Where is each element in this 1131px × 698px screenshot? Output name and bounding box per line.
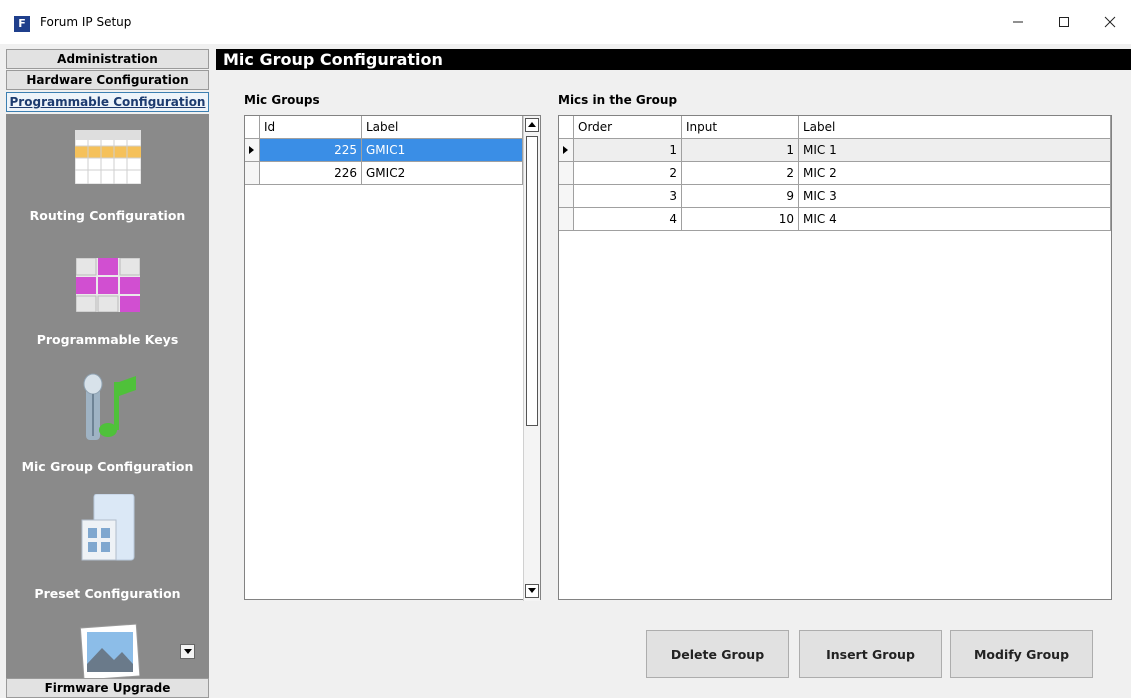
cell-label[interactable]: MIC 4 <box>799 208 1111 231</box>
cell-id[interactable]: 225 <box>260 139 362 162</box>
keys-grid-icon <box>76 258 140 312</box>
column-header-label[interactable]: Label <box>362 116 523 139</box>
row-selector[interactable] <box>559 185 574 208</box>
maximize-icon <box>1059 17 1069 27</box>
sidebar-item-preset-configuration[interactable]: Preset Configuration <box>6 488 209 608</box>
microphone-note-icon <box>83 373 136 440</box>
chevron-down-icon <box>528 588 536 593</box>
scroll-thumb[interactable] <box>526 136 538 426</box>
mic-groups-grid[interactable]: Id Label 225 GMIC1 226 GMIC2 <box>244 115 541 601</box>
sidebar-item-label: Preset Configuration <box>34 586 181 601</box>
table-row[interactable]: 4 10 MIC 4 <box>559 208 1111 231</box>
delete-group-button[interactable]: Delete Group <box>646 630 789 678</box>
sidebar-item-label: Mic Group Configuration <box>21 459 194 474</box>
sidebar-item-programmable-keys[interactable]: Programmable Keys <box>6 242 209 354</box>
sidebar-item-mic-group-configuration[interactable]: Mic Group Configuration <box>6 366 209 482</box>
routing-grid-icon <box>75 130 141 184</box>
table-row[interactable]: 226 GMIC2 <box>245 162 523 185</box>
sidebar-item-label: Routing Configuration <box>29 208 186 223</box>
cell-input[interactable]: 2 <box>682 162 799 185</box>
scroll-up-button[interactable] <box>525 118 539 132</box>
close-button[interactable] <box>1087 0 1131 44</box>
row-selector[interactable] <box>559 208 574 231</box>
cell-label[interactable]: MIC 1 <box>799 139 1111 162</box>
tab-administration[interactable]: Administration <box>6 49 209 69</box>
folder-preset-icon <box>81 494 135 561</box>
grid-header: Id Label <box>245 116 523 139</box>
maximize-button[interactable] <box>1041 0 1087 44</box>
sidebar-item-routing[interactable]: Routing Configuration <box>6 122 209 234</box>
grid-header: Order Input Label <box>559 116 1111 139</box>
current-row-arrow-icon <box>563 146 568 154</box>
current-row-arrow-icon <box>249 146 254 154</box>
row-selector[interactable] <box>559 162 574 185</box>
mics-in-group-grid[interactable]: Order Input Label 1 1 MIC 1 2 2 MIC 2 3 … <box>558 115 1112 600</box>
chevron-down-icon <box>183 648 192 654</box>
mic-groups-label: Mic Groups <box>244 93 320 107</box>
row-header-corner <box>245 116 260 139</box>
row-selector[interactable] <box>245 162 260 185</box>
minimize-icon <box>1013 21 1023 23</box>
sidebar-item-label: Programmable Keys <box>36 332 179 347</box>
column-header-id[interactable]: Id <box>260 116 362 139</box>
table-row[interactable]: 1 1 MIC 1 <box>559 139 1111 162</box>
close-icon <box>1104 16 1116 28</box>
cell-order[interactable]: 4 <box>574 208 682 231</box>
tab-firmware-upgrade[interactable]: Firmware Upgrade <box>6 678 209 698</box>
cell-label[interactable]: GMIC1 <box>362 139 523 162</box>
sidebar-scroll-down-button[interactable] <box>180 644 195 659</box>
row-header-corner <box>559 116 574 139</box>
page-title: Mic Group Configuration <box>216 49 1131 70</box>
cell-input[interactable]: 9 <box>682 185 799 208</box>
column-header-input[interactable]: Input <box>682 116 799 139</box>
tab-programmable-configuration[interactable]: Programmable Configuration <box>6 92 209 112</box>
chevron-up-icon <box>528 122 536 127</box>
title-bar: F Forum IP Setup <box>0 0 1131 44</box>
cell-order[interactable]: 3 <box>574 185 682 208</box>
row-selector[interactable] <box>559 139 574 162</box>
row-selector[interactable] <box>245 139 260 162</box>
window-title: Forum IP Setup <box>40 15 132 29</box>
column-header-label[interactable]: Label <box>799 116 1111 139</box>
photo-icon[interactable] <box>78 620 140 678</box>
cell-order[interactable]: 1 <box>574 139 682 162</box>
cell-label[interactable]: GMIC2 <box>362 162 523 185</box>
cell-order[interactable]: 2 <box>574 162 682 185</box>
cell-input[interactable]: 1 <box>682 139 799 162</box>
sidebar: Administration Hardware Configuration Pr… <box>6 46 209 698</box>
cell-label[interactable]: MIC 3 <box>799 185 1111 208</box>
cell-id[interactable]: 226 <box>260 162 362 185</box>
modify-group-button[interactable]: Modify Group <box>950 630 1093 678</box>
mic-groups-scrollbar[interactable] <box>523 116 540 601</box>
table-row[interactable]: 3 9 MIC 3 <box>559 185 1111 208</box>
minimize-button[interactable] <box>995 0 1041 44</box>
tab-hardware-configuration[interactable]: Hardware Configuration <box>6 70 209 90</box>
scroll-down-button[interactable] <box>525 584 539 598</box>
app-icon: F <box>14 16 30 32</box>
mics-in-group-label: Mics in the Group <box>558 93 678 107</box>
sidebar-panel: Routing Configuration Programmable Keys <box>6 114 209 678</box>
column-header-order[interactable]: Order <box>574 116 682 139</box>
insert-group-button[interactable]: Insert Group <box>799 630 942 678</box>
table-row[interactable]: 2 2 MIC 2 <box>559 162 1111 185</box>
table-row[interactable]: 225 GMIC1 <box>245 139 523 162</box>
cell-label[interactable]: MIC 2 <box>799 162 1111 185</box>
cell-input[interactable]: 10 <box>682 208 799 231</box>
